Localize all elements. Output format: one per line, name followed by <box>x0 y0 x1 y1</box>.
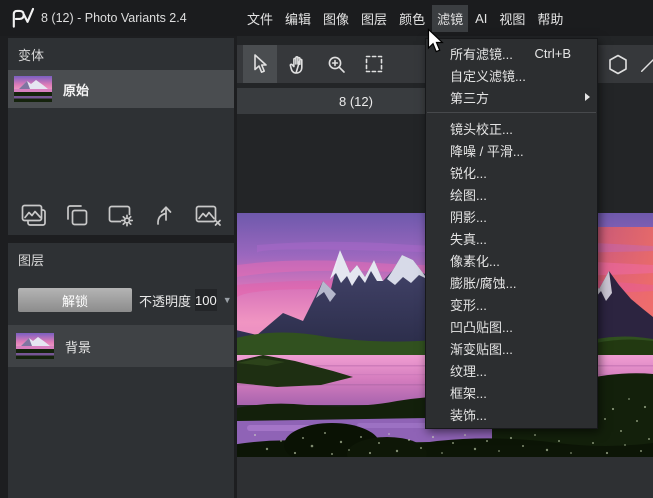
filter-menu-item[interactable]: 失真... <box>426 227 597 249</box>
filter-menu-item[interactable]: 阴影... <box>426 205 597 227</box>
layer-controls: 解锁 不透明度 100 ▼ <box>18 288 232 312</box>
filter-menu-item[interactable]: 镜头校正... <box>426 117 597 139</box>
line-tool-icon <box>641 58 653 72</box>
menubar-item[interactable]: 编辑 <box>280 5 316 32</box>
filter-menu-item-label: 框架... <box>450 385 487 401</box>
filter-menu-item-label: 绘图... <box>450 187 487 203</box>
filter-menu-item[interactable]: 纹理... <box>426 359 597 381</box>
variant-settings-icon <box>108 205 134 227</box>
menubar-item[interactable]: 图像 <box>318 5 354 32</box>
marquee-tool[interactable] <box>357 45 391 83</box>
filter-menu-item-label: 锐化... <box>450 165 487 181</box>
export-variant-button[interactable] <box>148 199 182 231</box>
app-window: 8 (12) - Photo Variants 2.4 文件 编辑 图像 图层 … <box>0 0 653 498</box>
menubar-item[interactable]: 帮助 <box>532 5 568 32</box>
variant-settings-button[interactable] <box>104 199 138 231</box>
menubar-item[interactable]: 文件 <box>242 5 278 32</box>
filter-menu-item[interactable]: 渐变贴图... <box>426 337 597 359</box>
filter-menu-item-label: 纹理... <box>450 363 487 379</box>
filter-dropdown-menu: 所有滤镜... Ctrl+B 自定义滤镜... 第三方 镜头校正... 降噪 /… <box>425 38 598 429</box>
title-bar: 8 (12) - Photo Variants 2.4 文件 编辑 图像 图层 … <box>0 0 653 36</box>
line-tool[interactable] <box>639 45 653 83</box>
layers-list: 背景 <box>8 325 234 367</box>
variants-panel: 变体 原始 <box>8 38 234 235</box>
duplicate-variant-icon <box>67 204 88 225</box>
filter-menu-item-label: 像素化... <box>450 253 500 269</box>
unlock-button[interactable]: 解锁 <box>18 288 132 312</box>
canvas-lower-strip <box>237 457 653 498</box>
export-variant-icon <box>156 205 171 225</box>
filter-menu-item-label: 凹凸贴图... <box>450 319 513 335</box>
filter-menu-item[interactable]: 第三方 <box>426 86 597 108</box>
duplicate-variant-button[interactable] <box>60 199 94 231</box>
filter-menu-item-label: 第三方 <box>450 90 490 106</box>
layer-label: 背景 <box>65 339 92 355</box>
image-tab-label: 8 (12) <box>339 93 373 109</box>
add-variant-button[interactable] <box>17 199 51 231</box>
opacity-label: 不透明度 <box>139 293 192 309</box>
pointer-tool-icon <box>254 54 267 73</box>
menubar-item[interactable]: AI <box>470 7 492 30</box>
zoom-tool[interactable] <box>319 45 353 83</box>
marquee-tool-icon <box>365 55 383 73</box>
hand-tool-icon <box>289 56 303 74</box>
delete-variant-button[interactable] <box>191 199 225 231</box>
pointer-tool[interactable] <box>243 45 277 83</box>
filter-menu-item[interactable]: 所有滤镜... Ctrl+B <box>426 42 597 64</box>
layer-item[interactable]: 背景 <box>8 325 234 367</box>
filter-menu-item-shortcut: Ctrl+B <box>534 45 571 61</box>
polygon-tool[interactable] <box>601 45 635 83</box>
filter-menu-item-label: 镜头校正... <box>450 121 513 137</box>
filter-menu-item[interactable]: 凹凸贴图... <box>426 315 597 337</box>
filter-menu-item-label: 膨胀/腐蚀... <box>450 275 517 291</box>
filter-menu-item <box>426 108 597 117</box>
filter-menu-item-label: 装饰... <box>450 407 487 423</box>
filter-menu-item-label: 降噪 / 平滑... <box>450 143 524 159</box>
filter-menu-item[interactable]: 降噪 / 平滑... <box>426 139 597 161</box>
menubar-item[interactable]: 视图 <box>494 5 530 32</box>
variant-label: 原始 <box>63 82 90 98</box>
variant-item[interactable]: 原始 <box>8 70 234 108</box>
filter-menu-item-label: 阴影... <box>450 209 487 225</box>
delete-variant-icon <box>195 205 222 226</box>
polygon-tool-icon <box>609 54 627 74</box>
filter-menu-item[interactable]: 框架... <box>426 381 597 403</box>
variants-toolbar <box>8 197 234 233</box>
window-title: 8 (12) - Photo Variants 2.4 <box>41 11 187 25</box>
variant-thumbnail <box>14 76 52 102</box>
menubar: 文件 编辑 图像 图层 颜色 滤镜 AI 视图 帮助 <box>241 0 569 36</box>
filter-menu-item[interactable]: 绘图... <box>426 183 597 205</box>
filter-menu-item[interactable]: 自定义滤镜... <box>426 64 597 86</box>
variants-panel-title: 变体 <box>18 48 45 63</box>
filter-menu-item[interactable]: 膨胀/腐蚀... <box>426 271 597 293</box>
mouse-cursor <box>427 28 444 53</box>
add-variant-icon <box>21 204 46 226</box>
filter-menu-item[interactable]: 锐化... <box>426 161 597 183</box>
filter-menu-item-label: 自定义滤镜... <box>450 68 526 84</box>
menubar-item[interactable]: 图层 <box>356 5 392 32</box>
filter-menu-item-label: 渐变贴图... <box>450 341 513 357</box>
zoom-tool-icon <box>328 56 345 73</box>
opacity-value[interactable]: 100 <box>195 289 217 311</box>
layers-panel-title: 图层 <box>18 253 45 268</box>
filter-menu-item-label: 失真... <box>450 231 487 247</box>
app-logo-icon <box>12 7 34 28</box>
menubar-item[interactable]: 颜色 <box>394 5 430 32</box>
hand-tool[interactable] <box>281 45 315 83</box>
opacity-caret-icon[interactable]: ▼ <box>223 295 232 305</box>
filter-menu-item-label: 所有滤镜... <box>450 46 513 62</box>
filter-menu-item[interactable]: 装饰... <box>426 403 597 425</box>
submenu-arrow-icon <box>585 93 590 101</box>
variants-list: 原始 <box>8 70 234 108</box>
filter-menu-item-label: 变形... <box>450 297 487 313</box>
filter-menu-item[interactable]: 变形... <box>426 293 597 315</box>
filter-menu-item[interactable]: 像素化... <box>426 249 597 271</box>
layer-thumbnail <box>16 333 54 359</box>
layers-panel: 图层 解锁 不透明度 100 ▼ 背景 <box>8 243 234 498</box>
